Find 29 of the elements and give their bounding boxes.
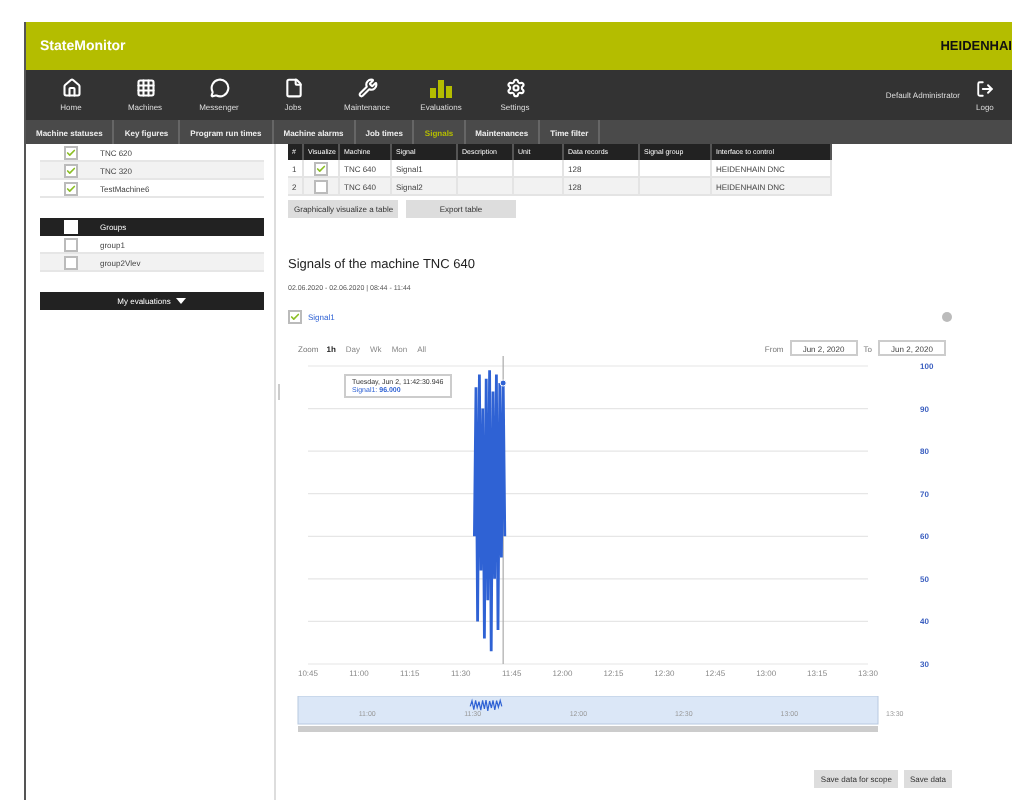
table-cell [640, 178, 712, 196]
grid-icon [135, 78, 155, 98]
splitter-handle[interactable] [278, 384, 280, 400]
checkbox[interactable] [63, 255, 77, 269]
table-cell [458, 160, 514, 178]
home-icon [61, 78, 81, 98]
checkbox[interactable] [63, 237, 77, 251]
legend-checkbox[interactable] [288, 310, 302, 324]
scrollbar[interactable] [298, 726, 878, 732]
document-icon [283, 78, 303, 98]
checkbox[interactable] [63, 181, 77, 195]
caret-icon [176, 298, 187, 304]
wrench-icon [357, 78, 377, 98]
table-cell [514, 160, 564, 178]
table-cell [458, 178, 514, 196]
circle-icon[interactable] [942, 312, 952, 322]
navigator-background[interactable] [297, 696, 879, 725]
checkbox[interactable] [63, 145, 77, 159]
table-cell [514, 178, 564, 196]
navigator-line [469, 698, 503, 712]
speech-bubble-icon [209, 78, 229, 98]
bar-chart-icon [430, 79, 452, 97]
checkbox[interactable] [314, 179, 328, 193]
checkbox[interactable] [314, 161, 328, 175]
logout-icon [976, 79, 994, 97]
checkbox[interactable] [63, 163, 77, 177]
table-cell [640, 160, 712, 178]
settings-icon [505, 78, 525, 98]
hover-marker [499, 379, 507, 387]
